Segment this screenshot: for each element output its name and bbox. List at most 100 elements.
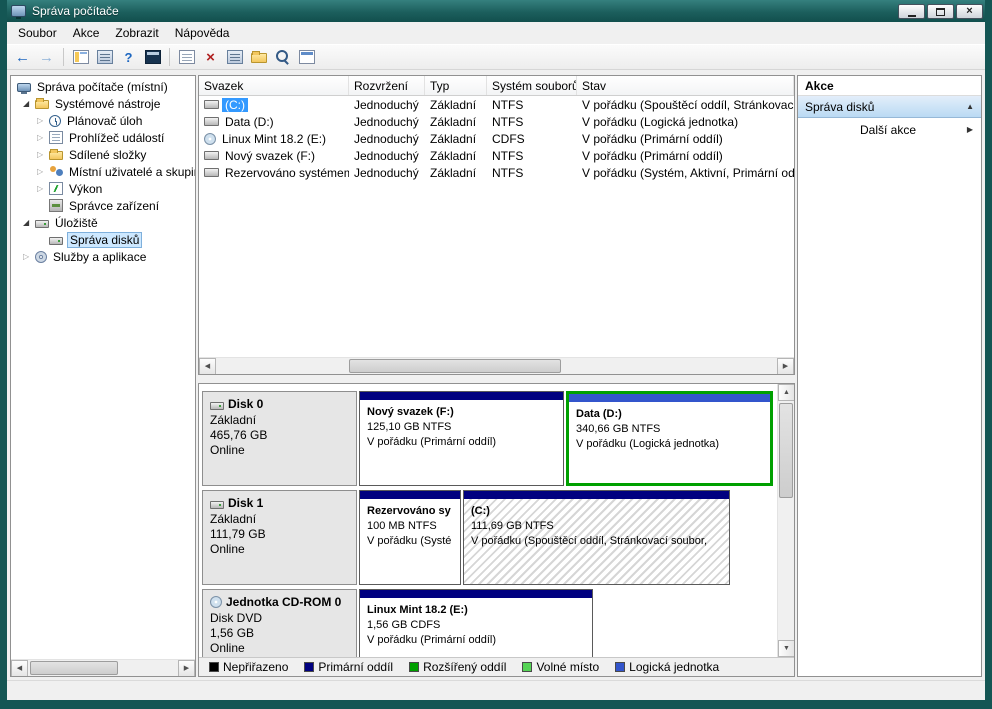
menu-napoveda[interactable]: Nápověda (167, 22, 238, 44)
new-window-button[interactable] (295, 47, 318, 68)
collapse-expander-icon[interactable]: ◢ (23, 219, 35, 227)
close-button[interactable]: × (956, 4, 983, 19)
disk0-info-box[interactable]: Disk 0 Základní 465,76 GB Online (202, 391, 357, 486)
graphical-view-vertical-scrollbar[interactable]: ▲ ▼ (777, 384, 794, 657)
status-bar (7, 680, 985, 700)
scroll-down-button[interactable]: ▼ (778, 640, 794, 657)
legend-item-primary-partition: Primární oddíl (304, 660, 393, 674)
tree-item-services-applications[interactable]: ▷ Služby a aplikace (11, 248, 195, 265)
volume-row-data-d[interactable]: Data (D:) Jednoduchý Základní NTFS V poř… (199, 113, 794, 130)
tree-item-task-scheduler[interactable]: ▷ Plánovač úloh (11, 112, 195, 129)
volume-status: V pořádku (Logická jednotka) (577, 115, 794, 129)
attributes-button[interactable] (223, 47, 246, 68)
column-header-svazek[interactable]: Svazek (199, 76, 349, 95)
scroll-right-button[interactable]: ▶ (777, 358, 794, 375)
scrollbar-track[interactable] (216, 358, 777, 374)
open-folder-button[interactable] (247, 47, 270, 68)
disk-type: Základní (210, 413, 349, 428)
volume-row-c[interactable]: (C:) Jednoduchý Základní NTFS V pořádku … (199, 96, 794, 113)
panel-splitter[interactable] (198, 375, 795, 383)
scrollbar-thumb[interactable] (349, 359, 561, 373)
partition-rezervovano-systemem[interactable]: Rezervováno sy 100 MB NTFS V pořádku (Sy… (359, 490, 461, 585)
column-header-rozvrzeni[interactable]: Rozvržení (349, 76, 425, 95)
partition-name: Rezervováno sy (367, 504, 453, 519)
console-window-button[interactable] (141, 47, 164, 68)
export-list-button[interactable] (175, 47, 198, 68)
tree-item-computer-management[interactable]: Správa počítače (místní) (11, 78, 195, 95)
actions-title: Akce (798, 76, 981, 96)
partition-linux-mint-e[interactable]: Linux Mint 18.2 (E:) 1,56 GB CDFS V pořá… (359, 589, 593, 657)
partition-name: (C:) (471, 504, 722, 519)
legend-swatch (409, 662, 419, 672)
disk-type: Základní (210, 512, 349, 527)
volume-row-rezervovano-systemem[interactable]: Rezervováno systémem Jednoduchý Základní… (199, 164, 794, 181)
volume-row-novy-svazek-f[interactable]: Nový svazek (F:) Jednoduchý Základní NTF… (199, 147, 794, 164)
scrollbar-thumb[interactable] (30, 661, 118, 675)
disk-row-disk1: Disk 1 Základní 111,79 GB Online Rezervo… (202, 490, 777, 585)
column-header-typ[interactable]: Typ (425, 76, 487, 95)
collapse-expander-icon[interactable]: ◢ (23, 100, 35, 108)
scrollbar-track[interactable] (28, 660, 178, 676)
actions-more-item[interactable]: Další akce ▶ (798, 118, 981, 142)
scrollbar-thumb[interactable] (779, 403, 793, 498)
partition-novy-svazek-f[interactable]: Nový svazek (F:) 125,10 GB NTFS V pořádk… (359, 391, 564, 486)
window-title: Správa počítače (32, 4, 119, 18)
actions-disk-management-section[interactable]: Správa disků ▲ (798, 96, 981, 118)
partition-c-selected[interactable]: (C:) 111,69 GB NTFS V pořádku (Spouštěcí… (463, 490, 730, 585)
volume-row-linux-mint-e[interactable]: Linux Mint 18.2 (E:) Jednoduchý Základní… (199, 130, 794, 147)
menu-akce[interactable]: Akce (65, 22, 108, 44)
cdrom0-info-box[interactable]: Jednotka CD-ROM 0 Disk DVD 1,56 GB Onlin… (202, 589, 357, 657)
collapse-section-icon[interactable]: ▲ (966, 103, 974, 111)
scroll-left-button[interactable]: ◀ (11, 660, 28, 677)
column-header-system-souboru[interactable]: Systém souborů (487, 76, 577, 95)
expand-icon[interactable]: ▷ (37, 185, 49, 193)
menu-soubor[interactable]: Soubor (10, 22, 65, 44)
menu-zobrazit[interactable]: Zobrazit (107, 22, 166, 44)
tree-item-label: Správa počítače (místní) (35, 80, 170, 94)
disk-icon (210, 402, 224, 410)
tree-item-event-viewer[interactable]: ▷ Prohlížeč událostí (11, 129, 195, 146)
console-window-icon (145, 50, 161, 64)
volume-status: V pořádku (Systém, Aktivní, Primární od (577, 166, 794, 180)
scroll-left-button[interactable]: ◀ (199, 358, 216, 375)
tree-item-disk-management[interactable]: Správa disků (11, 231, 195, 248)
tree-item-shared-folders[interactable]: ▷ Sdílené složky (11, 146, 195, 163)
expand-icon[interactable]: ▷ (37, 134, 49, 142)
tree-horizontal-scrollbar[interactable]: ◀ ▶ (11, 659, 195, 676)
menu-bar: Soubor Akce Zobrazit Nápověda (7, 22, 985, 44)
expand-icon[interactable]: ▷ (37, 151, 49, 159)
partition-name: Nový svazek (F:) (367, 405, 556, 420)
disk1-info-box[interactable]: Disk 1 Základní 111,79 GB Online (202, 490, 357, 585)
volume-list-horizontal-scrollbar[interactable]: ◀ ▶ (199, 357, 794, 374)
partition-status: V pořádku (Spouštěcí oddíl, Stránkovací … (471, 534, 722, 549)
expand-icon[interactable]: ▷ (37, 168, 49, 176)
forward-button[interactable]: → (35, 47, 58, 68)
partition-data-d[interactable]: Data (D:) 340,66 GB NTFS V pořádku (Logi… (566, 391, 773, 486)
disk-management-icon (49, 237, 63, 245)
maximize-button[interactable] (927, 4, 954, 19)
tree-item-local-users-groups[interactable]: ▷ Místní uživatelé a skupin (11, 163, 195, 180)
column-header-stav[interactable]: Stav (577, 76, 794, 95)
tree-item-storage[interactable]: ◢ Úložiště (11, 214, 195, 231)
properties-button[interactable] (93, 47, 116, 68)
volume-type: Základní (425, 166, 487, 180)
delete-button[interactable]: × (199, 47, 222, 68)
scrollbar-track[interactable] (778, 401, 794, 640)
expand-icon[interactable]: ▷ (23, 253, 35, 261)
tree-item-system-tools[interactable]: ◢ Systémové nástroje (11, 95, 195, 112)
volume-type: Základní (425, 115, 487, 129)
view-button[interactable] (271, 47, 294, 68)
volume-list-header: Svazek Rozvržení Typ Systém souborů Stav (199, 76, 794, 96)
help-button[interactable]: ? (117, 47, 140, 68)
titlebar[interactable]: Správa počítače × (7, 0, 985, 22)
back-button[interactable]: ← (11, 47, 34, 68)
show-console-tree-button[interactable] (69, 47, 92, 68)
scroll-right-button[interactable]: ▶ (178, 660, 195, 677)
expand-icon[interactable]: ▷ (37, 117, 49, 125)
tree-item-performance[interactable]: ▷ Výkon (11, 180, 195, 197)
minimize-button[interactable] (898, 4, 925, 19)
partition-color-strip (464, 491, 729, 499)
scroll-up-button[interactable]: ▲ (778, 384, 794, 401)
volume-name: Linux Mint 18.2 (E:) (219, 132, 329, 146)
tree-item-device-manager[interactable]: Správce zařízení (11, 197, 195, 214)
